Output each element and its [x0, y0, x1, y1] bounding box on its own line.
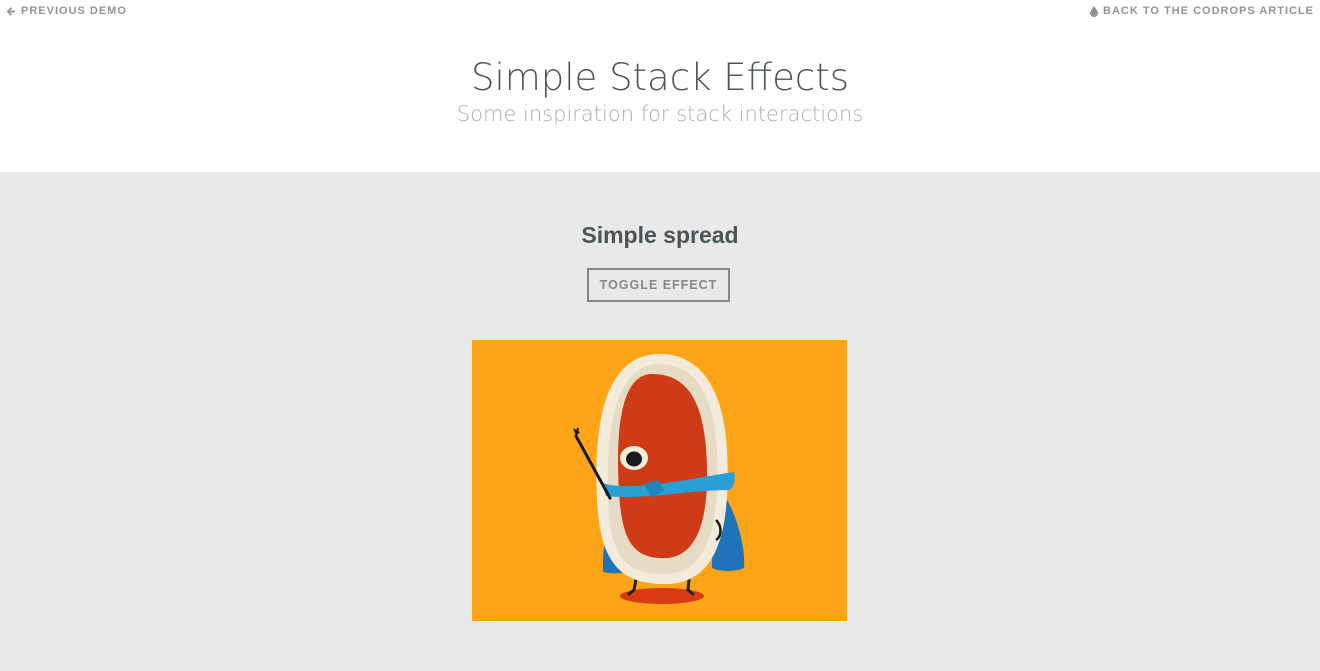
stack-image[interactable] — [472, 340, 847, 621]
arrow-left-icon — [7, 6, 16, 16]
drop-icon — [1090, 5, 1099, 17]
previous-demo-link[interactable]: PREVIOUS DEMO — [7, 5, 127, 17]
demo-section: Simple spread TOGGLE EFFECT — [0, 172, 1320, 671]
superhero-character-illustration — [573, 354, 745, 604]
toggle-effect-button[interactable]: TOGGLE EFFECT — [587, 268, 730, 302]
previous-demo-label: PREVIOUS DEMO — [21, 5, 127, 17]
back-to-article-link[interactable]: BACK TO THE CODROPS ARTICLE — [1090, 5, 1314, 17]
top-nav: PREVIOUS DEMO BACK TO THE CODROPS ARTICL… — [0, 0, 1320, 26]
back-to-article-label: BACK TO THE CODROPS ARTICLE — [1103, 5, 1314, 17]
page-title: Simple Stack Effects — [470, 56, 850, 99]
section-title: Simple spread — [581, 222, 739, 248]
page-subtitle: Some inspiration for stack interactions — [456, 102, 864, 126]
